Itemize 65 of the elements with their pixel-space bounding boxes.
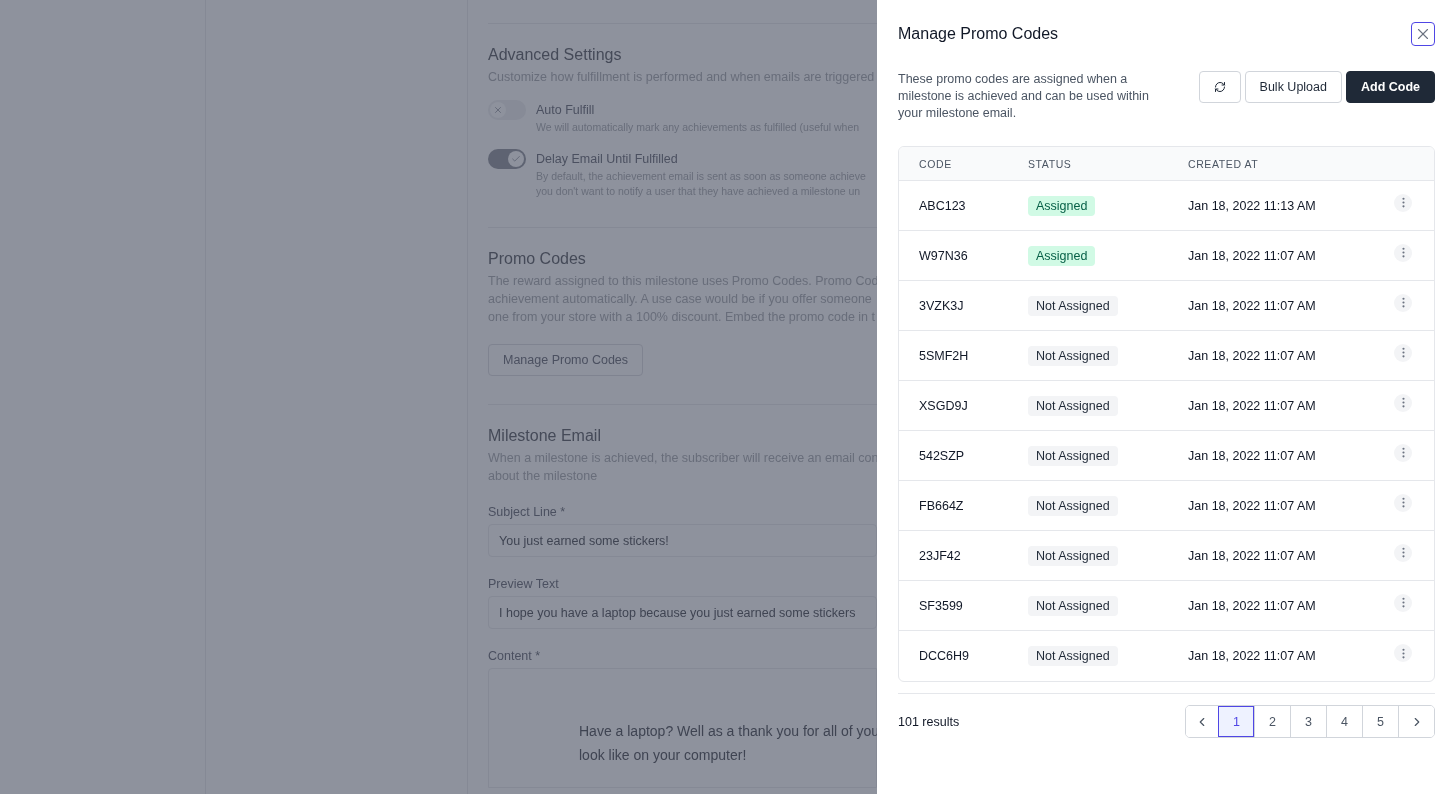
more-icon[interactable] [1394,343,1412,362]
table-cell-text: XSGD9J [919,398,969,413]
toggle-label: Auto Fulfill [536,102,596,119]
table-cell-text: 5SMF2H [919,348,970,363]
toggle-label: Delay Email Until Fulfilled [536,151,679,168]
status-badge: Not Assigned [1028,495,1118,516]
table-cell-text: Jan 18, 2022 11:07 AM [1188,649,1317,663]
more-icon[interactable] [1394,293,1412,312]
next-page-button[interactable] [1398,706,1434,737]
table-cell-text: SF3599 [919,598,964,613]
status-badge: Not Assigned [1028,445,1118,466]
more-icon[interactable] [1394,593,1412,612]
close-button[interactable] [1411,22,1435,46]
more-icon[interactable] [1394,243,1412,262]
status-badge: Not Assigned [1028,395,1118,416]
status-badge: Not Assigned [1028,595,1118,616]
field-label: Subject Line * [488,505,567,519]
status-badge: Not Assigned [1028,545,1118,566]
table-cell-text: Jan 18, 2022 11:07 AM [1188,548,1317,563]
table-cell-text: Jan 18, 2022 11:07 AM [1188,448,1317,463]
status-badge: Not Assigned [1028,345,1118,366]
more-icon[interactable] [1394,393,1412,412]
field-label: Preview Text [488,577,560,591]
table-cell-text: Jan 18, 2022 11:07 AM [1188,248,1317,263]
section-title: Milestone Email [488,427,602,445]
section-title: Advanced Settings [488,46,623,64]
table-cell-text: Jan 18, 2022 11:13 AM [1188,198,1317,213]
more-icon[interactable] [1394,644,1412,662]
status-badge: Assigned [1028,245,1096,266]
table-cell-text: Jan 18, 2022 11:07 AM [1188,298,1317,313]
more-icon[interactable] [1394,193,1412,212]
status-badge: Assigned [1028,195,1096,216]
toggle-switch[interactable] [488,149,526,169]
results-count: 101 results [898,714,960,729]
refresh-button[interactable] [1198,71,1241,103]
more-icon[interactable] [1394,443,1412,462]
panel-description: These promo codes are assigned when a milestone is achieved and can be used within your milestone email. [898,71,1150,122]
table-cell-text: 23JF42 [919,548,962,563]
table-cell-text: W97N36 [919,248,969,263]
table-cell-text: DCC6H9 [919,649,970,663]
field-label: Content * [488,649,542,663]
column-header: STATUS [1028,157,1073,170]
table-cell-text: 3VZK3J [919,298,965,313]
table-cell-text: Jan 18, 2022 11:07 AM [1188,498,1317,513]
toggle-switch[interactable] [488,100,526,120]
page-button[interactable]: 1 [1218,706,1254,737]
more-icon[interactable] [1394,543,1412,562]
column-header: CODE [919,157,953,170]
upload-button[interactable]: Bulk Upload [1244,71,1342,103]
panel-title: Manage Promo Codes [898,25,1059,43]
table-cell-text: FB664Z [919,498,965,513]
table-cell-text: ABC123 [919,198,967,213]
column-header: CREATED AT [1188,157,1260,170]
table-cell-text: Jan 18, 2022 11:07 AM [1188,398,1317,413]
table-cell-text: Jan 18, 2022 11:07 AM [1188,348,1317,363]
status-badge: Not Assigned [1028,646,1118,666]
table-cell-text: 542SZP [919,448,966,463]
x-icon [493,105,503,115]
check-icon [511,154,521,164]
more-icon[interactable] [1394,493,1412,512]
table-cell-text: Jan 18, 2022 11:07 AM [1188,598,1317,613]
add-button[interactable]: Add Code [1345,71,1435,103]
status-badge: Not Assigned [1028,295,1118,316]
section-title: Promo Codes [488,250,587,268]
refresh-icon [1213,81,1226,93]
